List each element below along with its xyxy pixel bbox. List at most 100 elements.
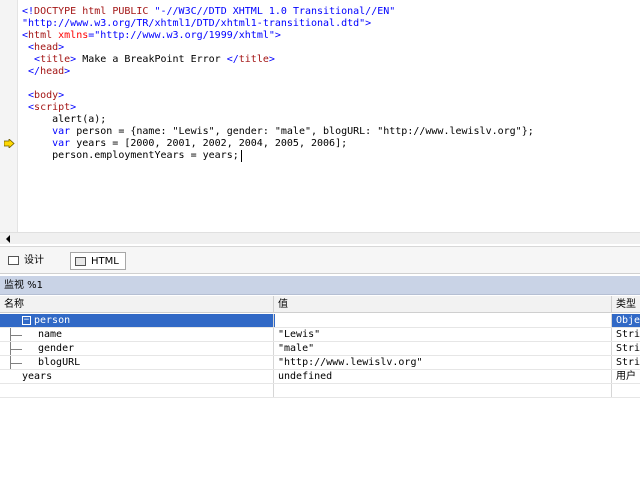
watch-window-title: 监视 %1 (0, 276, 640, 295)
column-value-header[interactable]: 值 (274, 296, 612, 313)
watch-row-type: Stri (616, 343, 640, 354)
horizontal-scrollbar[interactable] (0, 232, 640, 244)
watch-row-name: gender (0, 342, 274, 355)
code-line[interactable]: <html xmlns="http://www.w3.org/1999/xhtm… (22, 30, 640, 42)
code-token: > (58, 90, 65, 101)
watch-row[interactable]: blogURL "http://www.lewislv.org" Stri (0, 356, 640, 370)
watch-rows: − person Obje name "Lewis" Stri gender "male" St… (0, 314, 640, 398)
watch-row[interactable]: name "Lewis" Stri (0, 328, 640, 342)
watch-row-name-text: person (34, 315, 71, 326)
code-line[interactable]: <title> Make a BreakPoint Error </title> (22, 54, 640, 66)
watch-row[interactable]: years undefined 用户 (0, 370, 640, 384)
code-token: html (28, 30, 59, 41)
watch-row[interactable]: − person Obje (0, 314, 640, 328)
tree-line-horizontal (10, 363, 22, 364)
watch-row-value[interactable]: undefined (274, 370, 612, 383)
code-token: person = {name: "Lewis", gender: "male",… (76, 126, 534, 137)
watch-row-type (612, 384, 640, 397)
code-token: ="http://www.w3.org/1999/xhtml"> (88, 30, 281, 41)
code-line[interactable]: <head> (22, 42, 640, 54)
code-line[interactable]: alert(a); (22, 114, 640, 126)
code-line[interactable] (22, 78, 640, 90)
watch-row-value[interactable]: "Lewis" (274, 328, 612, 341)
code-token: < (22, 54, 41, 65)
code-token: person.employmentYears = years; (22, 150, 239, 161)
tree-line (10, 356, 30, 369)
html-view-icon (75, 257, 86, 266)
code-token: var (22, 126, 77, 137)
code-token: "-//W3C//DTD XHTML 1.0 Transitional//EN" (154, 6, 396, 17)
code-token: xmlns (58, 30, 89, 41)
code-token: title (238, 54, 269, 65)
tab-design[interactable]: 设计 (4, 252, 50, 270)
code-token: head (40, 66, 65, 77)
text-cursor (240, 150, 242, 162)
code-token: > (58, 42, 65, 53)
tab-html-label: HTML (91, 256, 119, 267)
watch-row-name-text: blogURL (38, 357, 81, 368)
editor-gutter[interactable] (0, 0, 18, 232)
code-token: body (34, 90, 59, 101)
watch-row[interactable]: gender "male" Stri (0, 342, 640, 356)
code-token: > (70, 54, 83, 65)
code-area[interactable]: <!DOCTYPE html PUBLIC "-//W3C//DTD XHTML… (22, 6, 640, 162)
watch-row-name: − person (0, 314, 274, 327)
tree-line (10, 342, 30, 355)
watch-row-name: name (0, 328, 274, 341)
code-token: var (22, 138, 77, 149)
watch-row-value[interactable] (274, 384, 612, 397)
watch-row-name-text: years (22, 371, 53, 382)
column-type-header[interactable]: 类型 (612, 296, 640, 313)
watch-row-type: Stri (616, 357, 640, 368)
watch-row-type: 用户 (616, 371, 636, 382)
watch-row-name: blogURL (0, 356, 274, 369)
code-token: </ (226, 54, 239, 65)
code-line[interactable]: <!DOCTYPE html PUBLIC "-//W3C//DTD XHTML… (22, 6, 640, 18)
code-token: alert(a); (22, 114, 107, 125)
watch-row-type: Obje (616, 315, 640, 326)
code-token: <! (22, 6, 35, 17)
tree-line-horizontal (10, 349, 22, 350)
code-token: < (22, 90, 35, 101)
code-line[interactable]: var years = [2000, 2001, 2002, 2004, 200… (22, 138, 640, 150)
code-token: Make a BreakPoint Error (82, 54, 227, 65)
tab-html[interactable]: HTML (70, 252, 126, 270)
code-token: DOCTYPE html PUBLIC (34, 6, 155, 17)
code-line[interactable]: person.employmentYears = years; (22, 150, 640, 162)
code-token: years = [2000, 2001, 2002, 2004, 2005, 2… (76, 138, 348, 149)
code-token: "http://www.w3.org/TR/xhtml1/DTD/xhtml1-… (22, 18, 372, 29)
collapse-minus-icon[interactable]: − (22, 315, 31, 325)
code-token: > (268, 54, 275, 65)
code-token: </ (22, 66, 41, 77)
tab-design-label: 设计 (24, 255, 44, 266)
code-line[interactable]: <body> (22, 90, 640, 102)
design-view-icon (8, 256, 19, 265)
view-tab-bar: 设计 HTML (0, 246, 640, 274)
watch-row-value[interactable]: "http://www.lewislv.org" (274, 356, 612, 369)
watch-row-value[interactable] (274, 314, 612, 327)
watch-row-name-text: name (38, 329, 63, 340)
code-editor[interactable]: <!DOCTYPE html PUBLIC "-//W3C//DTD XHTML… (0, 0, 640, 232)
code-token: > (64, 66, 71, 77)
watch-row-name-text: gender (38, 343, 75, 354)
code-line[interactable]: <script> (22, 102, 640, 114)
tree-line-horizontal (10, 335, 22, 336)
code-token: < (22, 42, 35, 53)
code-line[interactable]: var person = {name: "Lewis", gender: "ma… (22, 126, 640, 138)
watch-column-header: 名称 值 类型 (0, 296, 640, 313)
code-token: < (22, 102, 35, 113)
code-token: title (40, 54, 71, 65)
current-statement-arrow-icon (4, 139, 15, 148)
column-name-header[interactable]: 名称 (0, 296, 274, 313)
watch-row-name (0, 384, 274, 397)
watch-row-type: Stri (616, 329, 640, 340)
code-line[interactable]: </head> (22, 66, 640, 78)
code-token: script (34, 102, 71, 113)
code-token: > (70, 102, 77, 113)
scroll-left-icon[interactable] (6, 235, 10, 243)
tree-line (10, 328, 30, 341)
code-token: head (34, 42, 59, 53)
watch-row[interactable] (0, 384, 640, 398)
watch-row-value[interactable]: "male" (274, 342, 612, 355)
code-line[interactable]: "http://www.w3.org/TR/xhtml1/DTD/xhtml1-… (22, 18, 640, 30)
